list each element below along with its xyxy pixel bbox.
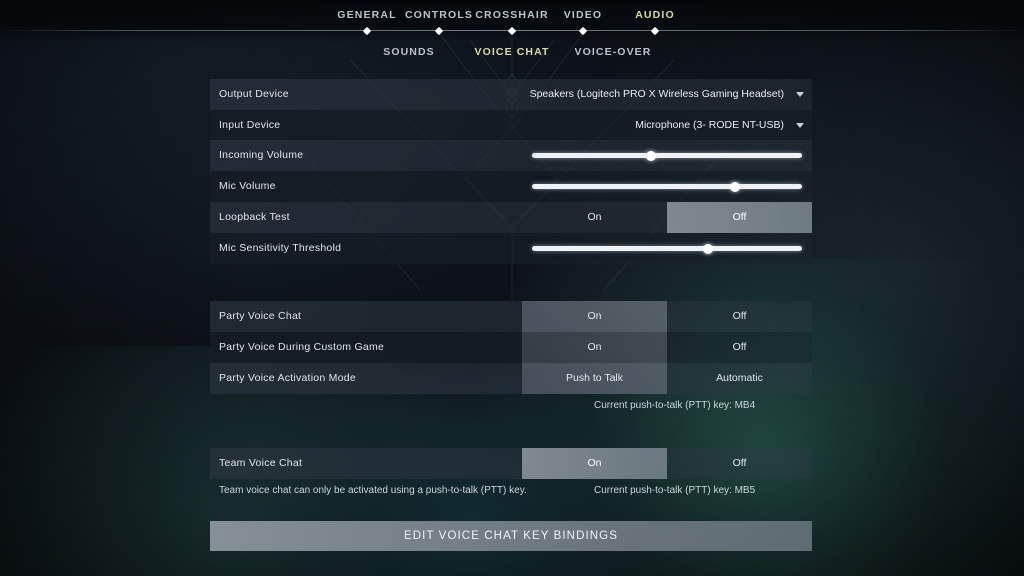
slider-handle[interactable] [702,243,713,254]
party-voice-chat-option-on[interactable]: On [522,301,667,332]
setting-label: Party Voice Chat [219,310,302,322]
main-tab-row: GENERAL CONTROLS CROSSHAIR VIDEO AUDIO [0,9,1024,23]
setting-row-party-voice-activation-mode[interactable]: Party Voice Activation Mode Push to Talk… [210,363,812,394]
party-voice-activation-option-ptt[interactable]: Push to Talk [522,363,667,394]
setting-label: Loopback Test [219,211,290,223]
setting-label: Mic Sensitivity Threshold [219,242,342,254]
tab-controls[interactable]: CONTROLS [405,9,473,21]
party-voice-chat-option-off[interactable]: Off [667,301,812,332]
setting-row-party-voice-chat[interactable]: Party Voice Chat On Off [210,301,812,332]
subtab-sounds[interactable]: SOUNDS [383,46,435,58]
output-device-value[interactable]: Speakers (Logitech PRO X Wireless Gaming… [530,79,784,110]
loopback-option-on[interactable]: On [522,202,667,233]
setting-row-party-voice-custom-game[interactable]: Party Voice During Custom Game On Off [210,332,812,363]
setting-row-incoming-volume[interactable]: Incoming Volume [210,140,812,171]
slider-track [532,153,802,158]
tab-audio-label: AUDIO [635,9,675,21]
nav-dot-controls [434,26,444,35]
edit-voice-chat-key-bindings-button[interactable]: EDIT VOICE CHAT KEY BINDINGS [210,521,812,551]
tab-crosshair-label: CROSSHAIR [475,9,549,21]
mic-sensitivity-slider[interactable] [532,243,802,254]
chevron-down-icon[interactable] [796,123,804,128]
slider-track [532,246,802,251]
chevron-down-icon[interactable] [796,92,804,97]
team-voice-chat-toggle: On Off [522,448,812,479]
loopback-option-off[interactable]: Off [667,202,812,233]
nav-dot-video [578,26,588,35]
subtab-voice-over-label: VOICE-OVER [574,46,652,58]
tab-crosshair[interactable]: CROSSHAIR [475,9,548,21]
party-voice-custom-option-on[interactable]: On [522,332,667,363]
tab-controls-label: CONTROLS [404,9,474,21]
party-voice-custom-game-toggle: On Off [522,332,812,363]
tab-video-label: VIDEO [563,9,603,21]
setting-label: Output Device [219,88,289,100]
sub-navigation: SOUNDS VOICE CHAT VOICE-OVER [0,46,1024,64]
setting-label: Input Device [219,119,281,131]
setting-label: Party Voice During Custom Game [219,341,385,353]
setting-label: Mic Volume [219,180,276,192]
slider-handle[interactable] [729,181,740,192]
nav-dot-general [362,26,372,35]
main-navigation: GENERAL CONTROLS CROSSHAIR VIDEO AUDIO [0,0,1024,40]
setting-row-mic-sensitivity[interactable]: Mic Sensitivity Threshold [210,233,812,264]
party-voice-activation-toggle: Push to Talk Automatic [522,363,812,394]
tab-video[interactable]: VIDEO [564,9,602,21]
subtab-voice-chat-label: VOICE CHAT [474,46,550,58]
nav-dot-audio [650,26,660,35]
setting-label: Incoming Volume [219,149,304,161]
team-voice-chat-option-off[interactable]: Off [667,448,812,479]
team-voice-hint: Team voice chat can only be activated us… [219,485,527,496]
input-device-value[interactable]: Microphone (3- RODE NT-USB) [635,110,784,141]
subtab-sounds-label: SOUNDS [383,46,435,58]
party-voice-custom-option-off[interactable]: Off [667,332,812,363]
slider-handle[interactable] [645,150,656,161]
settings-panel: Output Device Speakers (Logitech PRO X W… [210,0,812,576]
subtab-voice-over[interactable]: VOICE-OVER [575,46,652,58]
incoming-volume-slider[interactable] [532,150,802,161]
team-voice-chat-option-on[interactable]: On [522,448,667,479]
setting-row-team-voice-chat[interactable]: Team Voice Chat On Off [210,448,812,479]
party-voice-activation-option-automatic[interactable]: Automatic [667,363,812,394]
tab-general-label: GENERAL [337,9,397,21]
setting-row-input-device[interactable]: Input Device Microphone (3- RODE NT-USB) [210,110,812,141]
loopback-test-toggle: On Off [522,202,812,233]
setting-label: Team Voice Chat [219,457,303,469]
party-voice-chat-toggle: On Off [522,301,812,332]
party-ptt-key-note: Current push-to-talk (PTT) key: MB4 [594,400,756,411]
mic-volume-slider[interactable] [532,181,802,192]
tab-audio[interactable]: AUDIO [635,9,675,21]
subtab-voice-chat[interactable]: VOICE CHAT [475,46,550,58]
setting-row-mic-volume[interactable]: Mic Volume [210,171,812,202]
setting-label: Party Voice Activation Mode [219,372,356,384]
nav-dot-crosshair [507,26,517,35]
setting-row-output-device[interactable]: Output Device Speakers (Logitech PRO X W… [210,79,812,110]
slider-track [532,184,802,189]
team-ptt-key-note: Current push-to-talk (PTT) key: MB5 [594,485,756,496]
setting-row-loopback-test[interactable]: Loopback Test On Off [210,202,812,233]
tab-general[interactable]: GENERAL [337,9,396,21]
